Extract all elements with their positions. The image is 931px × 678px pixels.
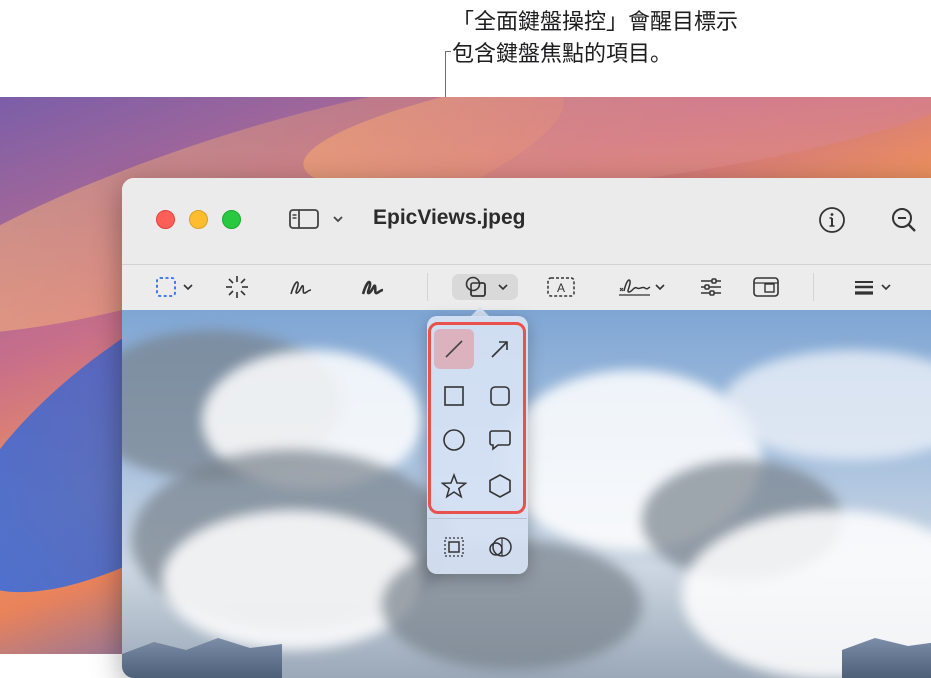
callout-leader-tick xyxy=(445,51,451,52)
shapes-tool-button[interactable] xyxy=(452,274,518,300)
info-icon[interactable] xyxy=(818,206,846,234)
window-title: EpicViews.jpeg xyxy=(373,206,526,229)
instant-alpha-icon[interactable] xyxy=(224,274,250,300)
signature-tool-button[interactable] xyxy=(616,274,668,300)
draw-icon[interactable] xyxy=(360,274,386,300)
close-button[interactable] xyxy=(156,210,175,229)
border-icon[interactable] xyxy=(434,527,474,567)
mask-icon[interactable] xyxy=(480,527,520,567)
adjust-color-icon[interactable] xyxy=(698,274,724,300)
text-tool-button[interactable]: A xyxy=(546,274,576,300)
zoom-out-icon[interactable] xyxy=(890,206,918,234)
title-bar: EpicViews.jpeg A xyxy=(122,178,931,301)
popover-separator xyxy=(428,518,527,519)
callout-text: 「全面鍵盤操控」會醒目標示 包含鍵盤焦點的項目。 xyxy=(452,6,832,70)
chevron-down-icon[interactable] xyxy=(330,211,346,227)
sketch-icon[interactable] xyxy=(288,274,314,300)
sidebar-toggle-icon[interactable] xyxy=(288,208,320,230)
adjust-size-icon[interactable] xyxy=(752,274,780,300)
minimize-button[interactable] xyxy=(189,210,208,229)
svg-text:A: A xyxy=(557,281,565,295)
callout-line-2: 包含鍵盤焦點的項目。 xyxy=(452,41,673,66)
keyboard-focus-ring xyxy=(428,322,526,514)
toolbar-divider xyxy=(813,273,814,301)
callout-line-1: 「全面鍵盤操控」會醒目標示 xyxy=(452,9,739,34)
fullscreen-button[interactable] xyxy=(222,210,241,229)
toolbar-divider xyxy=(427,273,428,301)
selection-tool-button[interactable] xyxy=(154,274,202,300)
text-style-button[interactable] xyxy=(852,274,900,300)
